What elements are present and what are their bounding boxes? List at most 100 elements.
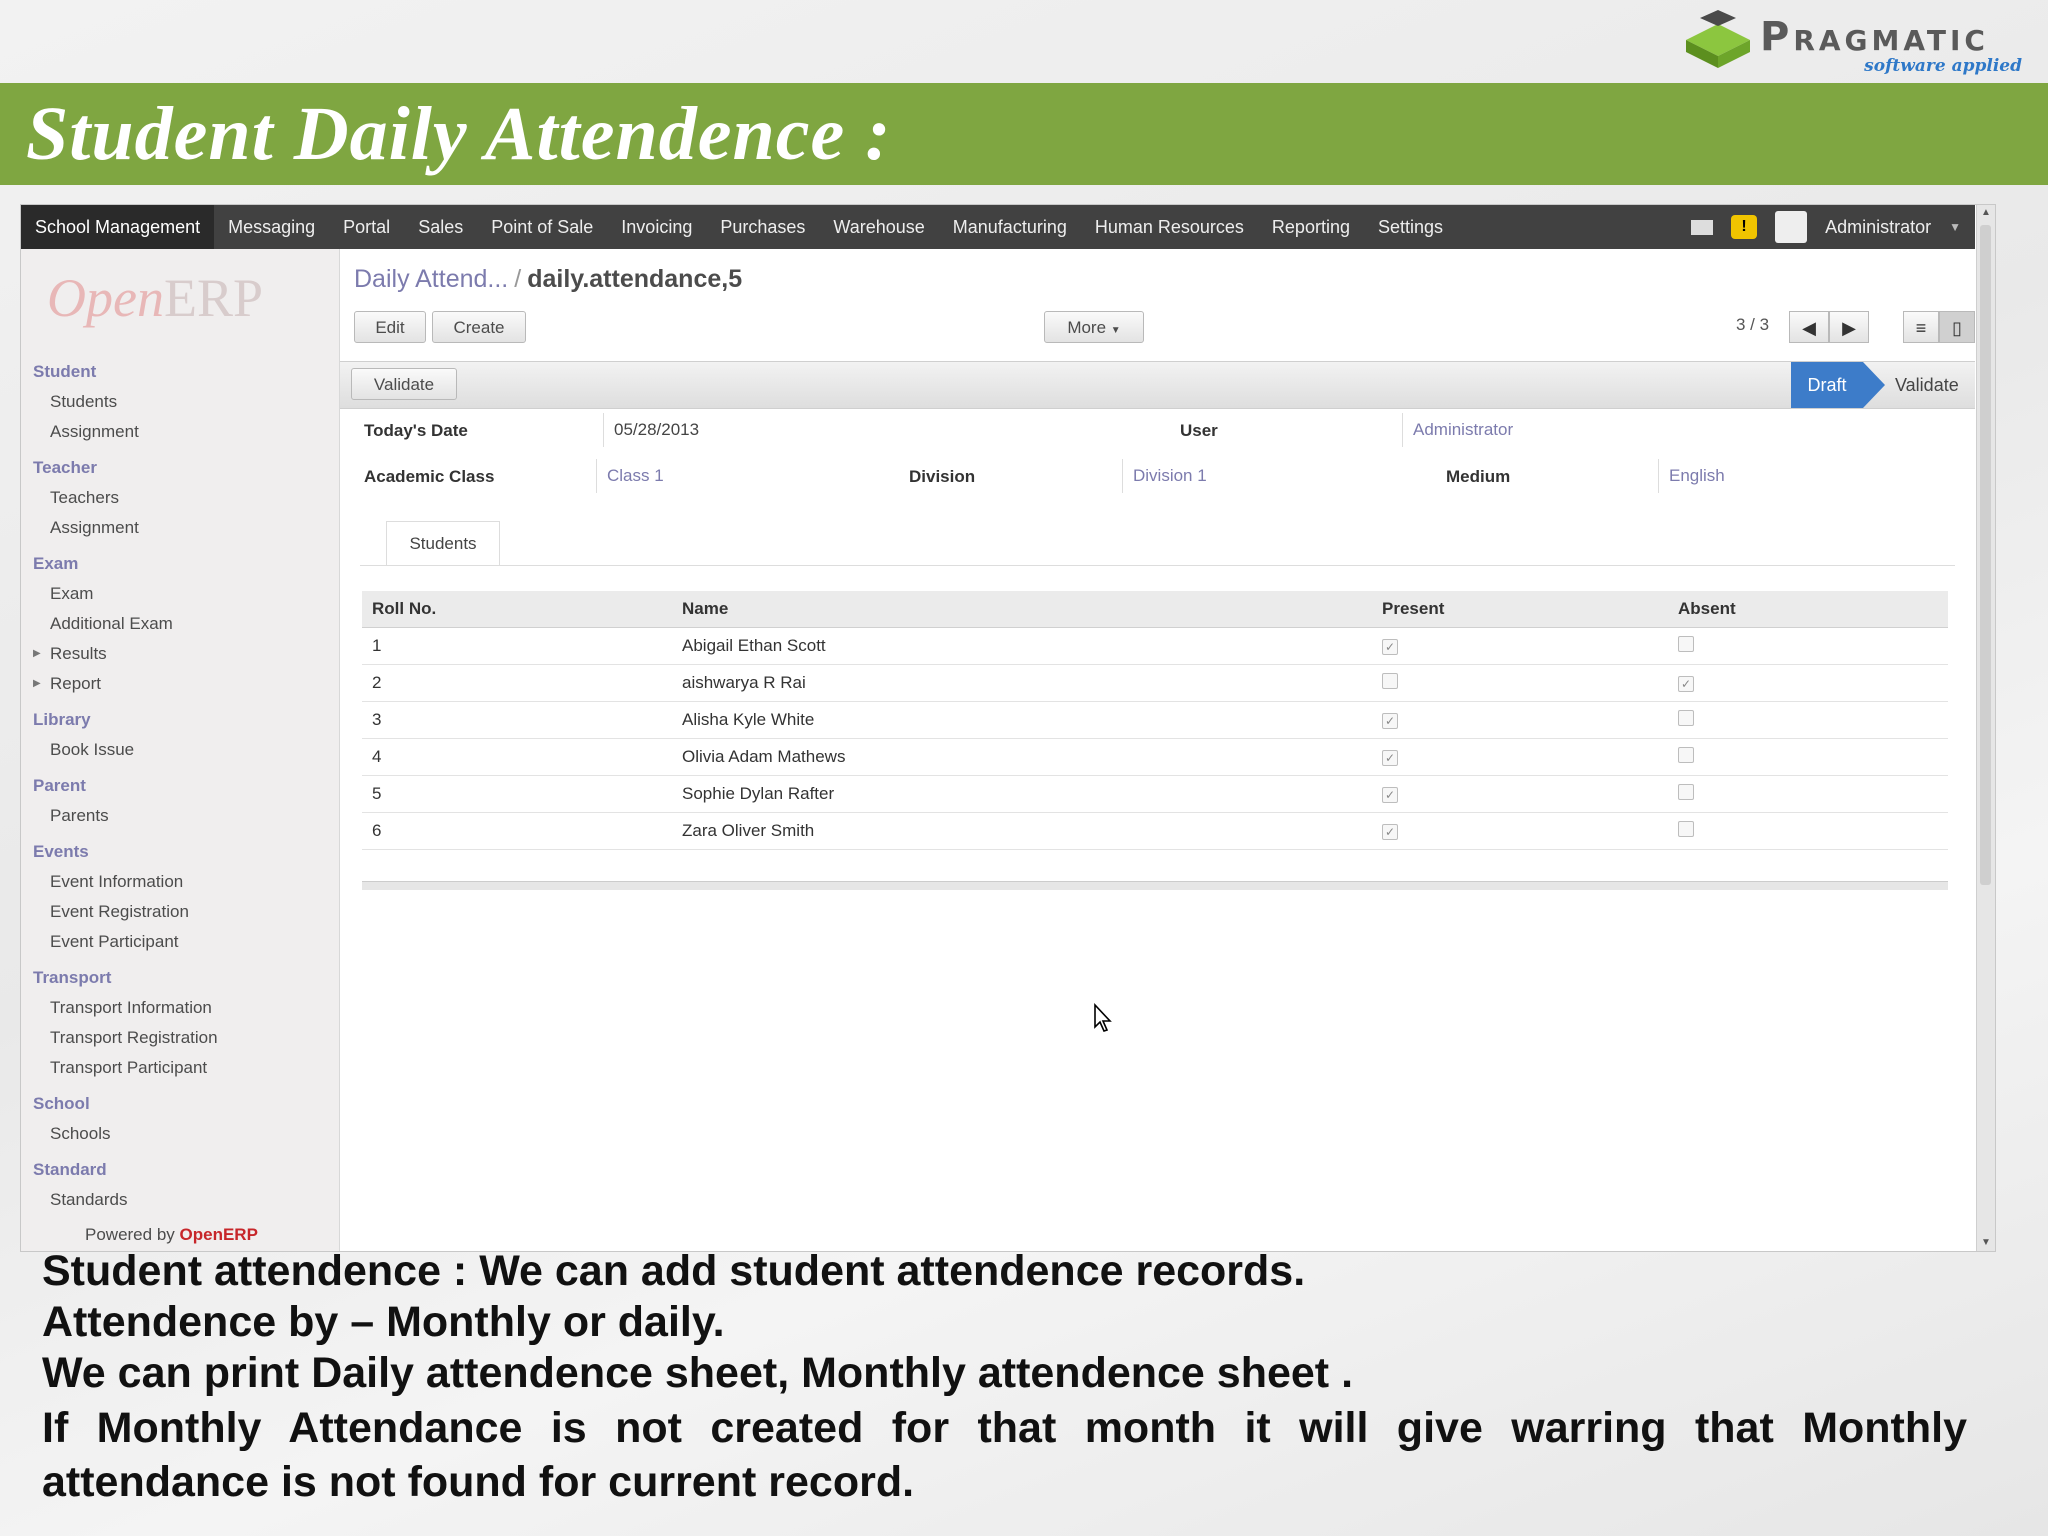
menu-item[interactable]: Reporting: [1258, 205, 1364, 249]
sidebar-item[interactable]: Assignment: [21, 417, 339, 447]
scrollbar-thumb[interactable]: [1980, 225, 1991, 885]
previous-record-icon[interactable]: ◀: [1789, 311, 1829, 343]
list-view-icon[interactable]: ≡: [1903, 311, 1939, 343]
sidebar-item-label: Book Issue: [50, 740, 135, 759]
present-checkbox[interactable]: ✓: [1382, 750, 1398, 766]
column-header[interactable]: Name: [672, 591, 1372, 628]
note-line: attendance is not found for current reco…: [42, 1458, 915, 1506]
breadcrumb-parent[interactable]: Daily Attend...: [354, 265, 508, 293]
menu-item[interactable]: Sales: [404, 205, 477, 249]
next-record-icon[interactable]: ▶: [1829, 311, 1869, 343]
absent-checkbox[interactable]: ✓: [1678, 676, 1694, 692]
present-checkbox[interactable]: ✓: [1382, 824, 1398, 840]
powered-by-brand[interactable]: OpenERP: [180, 1225, 258, 1244]
sidebar-item[interactable]: Event Registration: [21, 897, 339, 927]
mail-icon[interactable]: [1691, 219, 1714, 235]
menu-item[interactable]: Purchases: [706, 205, 819, 249]
sidebar-item[interactable]: Schools: [21, 1119, 339, 1149]
absent-cell: [1668, 812, 1948, 850]
division-value[interactable]: Division 1: [1122, 459, 1207, 493]
title-banner: Student Daily Attendence :: [0, 83, 2048, 185]
absent-checkbox[interactable]: [1678, 783, 1694, 800]
sidebar-item[interactable]: Standards: [21, 1185, 339, 1215]
menu-item[interactable]: Invoicing: [607, 205, 706, 249]
column-header[interactable]: Present: [1372, 591, 1668, 628]
table-row[interactable]: 1 Abigail Ethan Scott ✓: [362, 627, 1948, 665]
sidebar-item-label: Report: [50, 674, 102, 693]
sidebar-item[interactable]: ▶ Report: [21, 669, 339, 699]
scroll-up-icon[interactable]: ▲: [1977, 205, 1995, 221]
absent-checkbox[interactable]: [1678, 635, 1694, 652]
edit-button[interactable]: Edit: [354, 311, 426, 343]
sidebar-item[interactable]: Teachers: [21, 483, 339, 513]
medium-value[interactable]: English: [1658, 459, 1725, 493]
sidebar-item[interactable]: Parents: [21, 801, 339, 831]
sidebar-item[interactable]: Event Participant: [21, 927, 339, 957]
table-row[interactable]: 6 Zara Oliver Smith ✓: [362, 812, 1948, 850]
expand-icon[interactable]: ▶: [33, 669, 41, 699]
scroll-down-icon[interactable]: ▼: [1977, 1235, 1995, 1251]
user-value[interactable]: Administrator: [1402, 413, 1513, 447]
stage-validate[interactable]: Validate: [1883, 362, 1959, 408]
roll-number-cell: 4: [362, 738, 672, 776]
sidebar-item[interactable]: Transport Registration: [21, 1023, 339, 1053]
menu-item[interactable]: Point of Sale: [477, 205, 607, 249]
table-header-row: Roll No. Name Present Absent: [362, 591, 1948, 628]
sidebar-item-label: Event Participant: [50, 932, 179, 951]
menu-item[interactable]: Portal: [329, 205, 404, 249]
sidebar-section-title: Student: [33, 362, 97, 381]
menu-item[interactable]: School Management: [21, 205, 215, 249]
sidebar-item-label: Teachers: [50, 488, 119, 507]
logo-mark-icon: [1686, 10, 1750, 68]
present-checkbox[interactable]: [1382, 672, 1398, 689]
sidebar-item[interactable]: Students: [21, 387, 339, 417]
create-button[interactable]: Create: [432, 311, 526, 343]
expand-icon[interactable]: ▶: [33, 639, 41, 669]
absent-checkbox[interactable]: [1678, 820, 1694, 837]
sidebar-item-label: Standards: [50, 1190, 128, 1209]
scrollbar[interactable]: ▲ ▼: [1976, 205, 1995, 1251]
sidebar-item[interactable]: Transport Participant: [21, 1053, 339, 1083]
sidebar-item[interactable]: Transport Information: [21, 993, 339, 1023]
sidebar-item[interactable]: Book Issue: [21, 735, 339, 765]
pager-buttons: ◀ ▶: [1789, 311, 1869, 343]
sidebar-item[interactable]: Exam: [21, 579, 339, 609]
roll-number-cell: 6: [362, 812, 672, 850]
column-header[interactable]: Absent: [1668, 591, 1948, 628]
table-row[interactable]: 5 Sophie Dylan Rafter ✓: [362, 775, 1948, 813]
sidebar-item[interactable]: ▶ Results: [21, 639, 339, 669]
user-menu[interactable]: Administrator: [1825, 217, 1931, 238]
table-row[interactable]: 3 Alisha Kyle White ✓: [362, 701, 1948, 739]
logo-tagline: software applied: [1864, 56, 2022, 76]
present-checkbox[interactable]: ✓: [1382, 639, 1398, 655]
sidebar-item[interactable]: Assignment: [21, 513, 339, 543]
menu-item[interactable]: Human Resources: [1081, 205, 1258, 249]
menu-item[interactable]: Warehouse: [819, 205, 938, 249]
present-checkbox[interactable]: ✓: [1382, 713, 1398, 729]
sidebar-item[interactable]: Event Information: [21, 867, 339, 897]
form-view-icon[interactable]: ▯: [1939, 311, 1975, 343]
sidebar-item[interactable]: Additional Exam: [21, 609, 339, 639]
breadcrumb-separator: /: [514, 265, 522, 293]
absent-cell: ✓: [1668, 664, 1948, 702]
menu-item[interactable]: Messaging: [214, 205, 329, 249]
academic-class-value[interactable]: Class 1: [596, 459, 664, 493]
more-button[interactable]: More ▼: [1044, 311, 1144, 343]
table-row[interactable]: 2 aishwarya R Rai ✓: [362, 664, 1948, 702]
avatar[interactable]: [1775, 211, 1808, 243]
absent-checkbox[interactable]: [1678, 746, 1694, 763]
topbar-right: ! Administrator ▼: [1691, 205, 1961, 249]
menu-item[interactable]: Manufacturing: [939, 205, 1081, 249]
openerp-logo: OpenERP: [47, 268, 264, 328]
warning-icon[interactable]: !: [1731, 215, 1758, 239]
column-header[interactable]: Roll No.: [362, 591, 672, 628]
present-checkbox[interactable]: ✓: [1382, 787, 1398, 803]
student-name-cell: aishwarya R Rai: [672, 664, 1372, 702]
absent-checkbox[interactable]: [1678, 709, 1694, 726]
tab-students[interactable]: Students: [386, 521, 500, 566]
menu-item[interactable]: Settings: [1364, 205, 1457, 249]
note-line: Attendence by – Monthly or daily.: [42, 1298, 725, 1346]
table-row[interactable]: 4 Olivia Adam Mathews ✓: [362, 738, 1948, 776]
validate-button[interactable]: Validate: [351, 368, 457, 400]
note-line: Student attendence : We can add student …: [42, 1247, 1306, 1295]
